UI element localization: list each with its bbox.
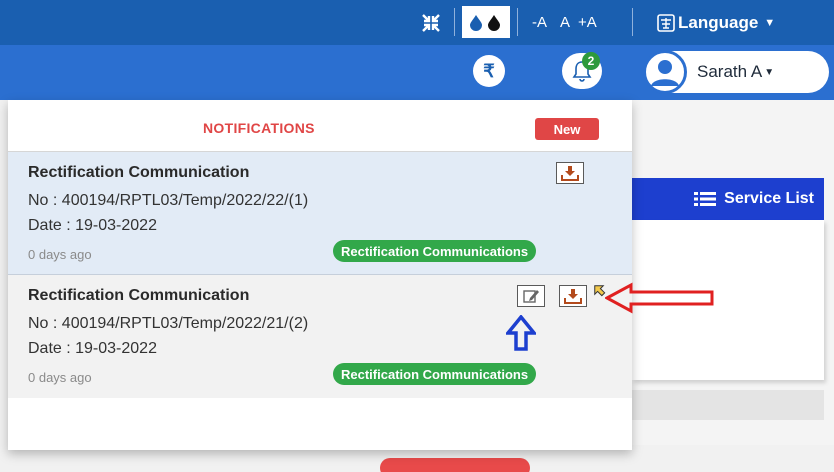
user-icon <box>651 60 679 86</box>
avatar <box>643 50 687 94</box>
caret-down-icon: ▼ <box>764 66 775 78</box>
service-list-button[interactable]: Service List <box>632 178 824 220</box>
service-list-label: Service List <box>724 190 814 207</box>
fullscreen-toggle[interactable] <box>420 0 442 45</box>
shrink-icon <box>422 13 440 32</box>
font-decrease-label: -A <box>532 14 547 31</box>
notifications-dropdown: NOTIFICATIONS New Rectification Communic… <box>8 100 632 450</box>
notification-date: Date : 19-03-2022 <box>28 340 157 357</box>
edit-button[interactable] <box>517 285 545 307</box>
language-label: Language <box>678 12 759 32</box>
notification-title: Rectification Communication <box>28 164 250 181</box>
font-decrease-button[interactable]: -A <box>532 0 547 45</box>
user-name: Sarath A <box>697 62 763 81</box>
notification-tag: Rectification Communications <box>333 363 537 385</box>
notification-age: 0 days ago <box>28 247 92 262</box>
download-icon <box>561 166 579 181</box>
notification-count-badge: 2 <box>582 52 600 70</box>
notifications-title: NOTIFICATIONS <box>203 120 315 136</box>
notification-title: Rectification Communication <box>28 287 250 304</box>
user-menu-button[interactable]: Sarath A ▼ <box>643 50 829 94</box>
caret-down-icon: ▼ <box>764 16 776 29</box>
utility-bar: -A A +A Language ▼ <box>0 0 834 45</box>
rupee-icon: ₹ <box>483 60 495 81</box>
contrast-drops-icon <box>470 15 500 31</box>
notification-item[interactable]: Rectification Communication No : 400194/… <box>8 152 632 275</box>
language-dropdown[interactable]: Language ▼ <box>657 0 775 45</box>
dropdown-header: NOTIFICATIONS New <box>8 100 632 152</box>
notification-age: 0 days ago <box>28 370 92 385</box>
red-arrow-icon <box>605 282 714 314</box>
content-strip <box>632 390 824 420</box>
notification-date: Date : 19-03-2022 <box>28 217 157 234</box>
download-button[interactable] <box>556 162 584 184</box>
font-normal-button[interactable]: A <box>560 0 570 45</box>
notification-number: No : 400194/RPTL03/Temp/2022/22/(1) <box>28 192 309 209</box>
notification-item[interactable]: Rectification Communication No : 400194/… <box>8 275 632 398</box>
download-button[interactable] <box>559 285 587 307</box>
blue-arrow-icon <box>506 315 536 351</box>
divider <box>517 8 518 36</box>
font-increase-button[interactable]: +A <box>578 0 597 45</box>
red-button-partial[interactable] <box>380 458 530 472</box>
contrast-toggle[interactable] <box>462 6 510 38</box>
payment-button[interactable]: ₹ <box>473 55 505 87</box>
font-normal-label: A <box>560 14 571 31</box>
font-increase-label: +A <box>578 14 597 31</box>
list-icon <box>694 192 717 206</box>
edit-icon <box>523 290 539 303</box>
notification-tag: Rectification Communications <box>333 240 537 262</box>
download-icon <box>564 289 582 304</box>
divider <box>632 8 633 36</box>
new-badge: New <box>535 118 599 140</box>
notification-number: No : 400194/RPTL03/Temp/2022/21/(2) <box>28 315 309 332</box>
translate-icon <box>657 13 675 32</box>
header-bar: ₹ 2 Sarath A ▼ <box>0 45 834 100</box>
divider <box>454 8 455 36</box>
